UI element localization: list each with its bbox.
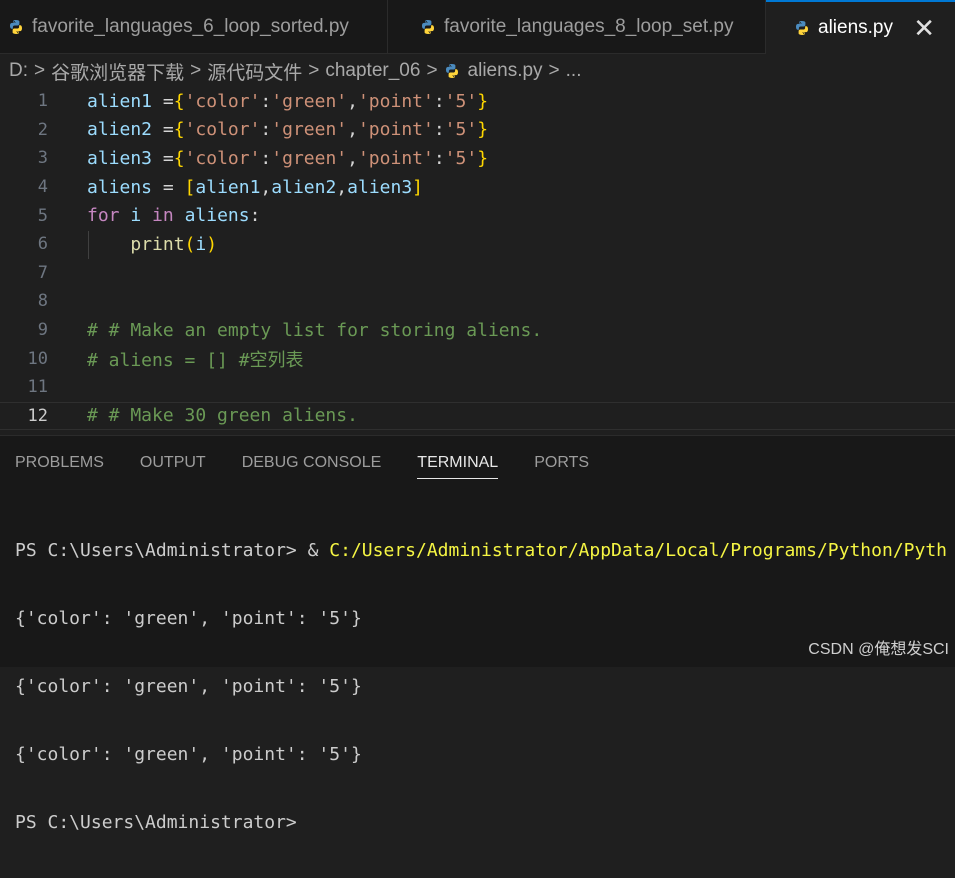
breadcrumb-more[interactable]: ...	[566, 60, 582, 82]
watermark: CSDN @俺想发SCI	[808, 641, 949, 658]
tab-favorite-languages-8[interactable]: favorite_languages_8_loop_set.py	[388, 0, 766, 54]
breadcrumb-drive[interactable]: D:	[9, 60, 28, 82]
line-number: 5	[37, 205, 48, 226]
code-line: 2 alien2 ={'color':'green','point':'5'}	[0, 116, 955, 145]
tab-debug-console[interactable]: DEBUG CONSOLE	[242, 454, 382, 479]
breadcrumb: D: > 谷歌浏览器下载 > 源代码文件 > chapter_06 > alie…	[0, 55, 955, 87]
close-icon[interactable]: ✕	[913, 15, 935, 41]
line-content: alien1 ={'color':'green','point':'5'}	[87, 90, 489, 112]
chevron-right-icon: >	[34, 60, 46, 81]
line-number: 3	[37, 148, 48, 169]
line-number: 11	[27, 377, 48, 398]
panel-tabs: PROBLEMS OUTPUT DEBUG CONSOLE TERMINAL P…	[15, 454, 625, 479]
terminal-line: {'color': 'green', 'point': '5'}	[15, 676, 362, 697]
breadcrumb-folder[interactable]: 源代码文件	[207, 58, 302, 85]
python-file-icon	[8, 19, 24, 35]
line-number: 8	[37, 291, 48, 312]
line-number: 4	[37, 177, 48, 198]
line-content: print(i)	[130, 233, 218, 255]
tab-label: favorite_languages_6_loop_sorted.py	[32, 16, 349, 37]
code-line: 6 print(i)	[0, 230, 955, 259]
bottom-panel: PROBLEMS OUTPUT DEBUG CONSOLE TERMINAL P…	[0, 435, 955, 833]
line-content: # # Make an empty list for storing alien…	[87, 319, 543, 341]
tab-output[interactable]: OUTPUT	[140, 454, 206, 479]
line-number: 1	[37, 91, 48, 112]
line-content: for i in aliens:	[87, 205, 261, 227]
line-content: # # Make 30 green aliens.	[87, 405, 358, 427]
line-number: 9	[37, 320, 48, 341]
line-content: # aliens = [] #空列表	[87, 349, 304, 371]
line-content: alien3 ={'color':'green','point':'5'}	[87, 147, 489, 169]
code-line-current: 12 # # Make 30 green aliens.	[0, 401, 955, 431]
code-editor[interactable]: 1 alien1 ={'color':'green','point':'5'} …	[0, 87, 955, 431]
line-content: alien2 ={'color':'green','point':'5'}	[87, 119, 489, 141]
breadcrumb-file[interactable]: aliens.py	[468, 60, 543, 82]
code-line: 9 # # Make an empty list for storing ali…	[0, 316, 955, 345]
code-line: 1 alien1 ={'color':'green','point':'5'}	[0, 87, 955, 116]
tab-problems[interactable]: PROBLEMS	[15, 454, 104, 479]
line-number: 7	[37, 262, 48, 283]
code-line: 5 for i in aliens:	[0, 201, 955, 230]
tab-label: favorite_languages_8_loop_set.py	[444, 16, 734, 37]
line-number: 2	[37, 119, 48, 140]
editor-tab-bar: favorite_languages_6_loop_sorted.py favo…	[0, 0, 955, 54]
chevron-right-icon: >	[308, 60, 320, 81]
line-content: aliens = [alien1,alien2,alien3]	[87, 176, 424, 198]
code-line: 8	[0, 287, 955, 316]
line-number: 10	[27, 348, 48, 369]
chevron-right-icon: >	[190, 60, 202, 81]
python-file-icon	[444, 63, 460, 79]
code-line: 4 aliens = [alien1,alien2,alien3]	[0, 173, 955, 202]
code-line: 10 # aliens = [] #空列表	[0, 344, 955, 373]
line-number: 6	[37, 234, 48, 255]
python-file-icon	[794, 20, 810, 36]
terminal-prompt: PS C:\Users\Administrator>	[15, 812, 297, 833]
terminal-line: {'color': 'green', 'point': '5'}	[15, 608, 362, 629]
breadcrumb-folder[interactable]: chapter_06	[325, 60, 420, 82]
chevron-right-icon: >	[548, 60, 560, 81]
code-line: 7	[0, 259, 955, 288]
tab-aliens-active[interactable]: aliens.py ✕	[766, 0, 955, 54]
python-file-icon	[420, 19, 436, 35]
code-line: 3 alien3 ={'color':'green','point':'5'}	[0, 144, 955, 173]
tab-ports[interactable]: PORTS	[534, 454, 589, 479]
code-line: 11	[0, 373, 955, 402]
terminal-output[interactable]: PS C:\Users\Administrator> & C:/Users/Ad…	[15, 496, 947, 878]
terminal-line: PS C:\Users\Administrator> & C:/Users/Ad…	[15, 540, 948, 561]
tab-label: aliens.py	[818, 17, 893, 38]
tab-terminal[interactable]: TERMINAL	[417, 454, 499, 479]
terminal-line: {'color': 'green', 'point': '5'}	[15, 744, 362, 765]
line-number: 12	[27, 405, 48, 426]
chevron-right-icon: >	[426, 60, 438, 81]
breadcrumb-folder[interactable]: 谷歌浏览器下载	[51, 58, 184, 85]
tab-favorite-languages-6[interactable]: favorite_languages_6_loop_sorted.py	[0, 0, 388, 54]
